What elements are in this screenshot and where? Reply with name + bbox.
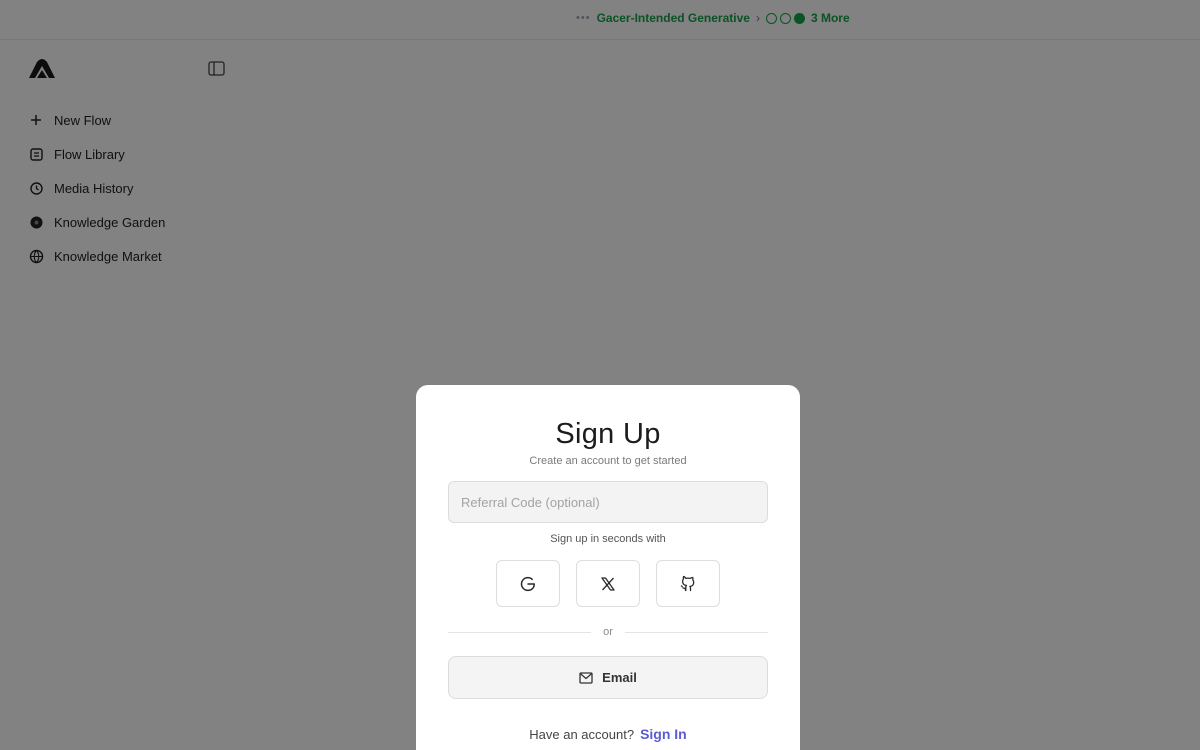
signin-row: Have an account? Sign In (416, 726, 800, 742)
github-icon (680, 575, 695, 591)
google-icon (520, 576, 535, 591)
oauth-caption: Sign up in seconds with (550, 533, 666, 545)
oauth-buttons (496, 560, 720, 607)
signup-dialog: Sign Up Create an account to get started… (416, 385, 800, 750)
divider-text: or (603, 626, 613, 638)
x-icon (601, 576, 615, 591)
email-signup-button[interactable]: Email (448, 656, 768, 699)
mail-icon (579, 671, 593, 684)
referral-code-input[interactable] (448, 481, 768, 523)
email-button-label: Email (602, 670, 637, 685)
divider-line (448, 631, 592, 633)
x-signup-button[interactable] (576, 560, 640, 607)
divider-line (624, 631, 768, 633)
github-signup-button[interactable] (656, 560, 720, 607)
signin-link[interactable]: Sign In (640, 726, 687, 742)
google-signup-button[interactable] (496, 560, 560, 607)
signin-prompt: Have an account? (529, 727, 635, 742)
dialog-subtitle: Create an account to get started (529, 455, 687, 467)
dialog-title: Sign Up (555, 418, 661, 450)
or-divider: or (448, 625, 768, 639)
